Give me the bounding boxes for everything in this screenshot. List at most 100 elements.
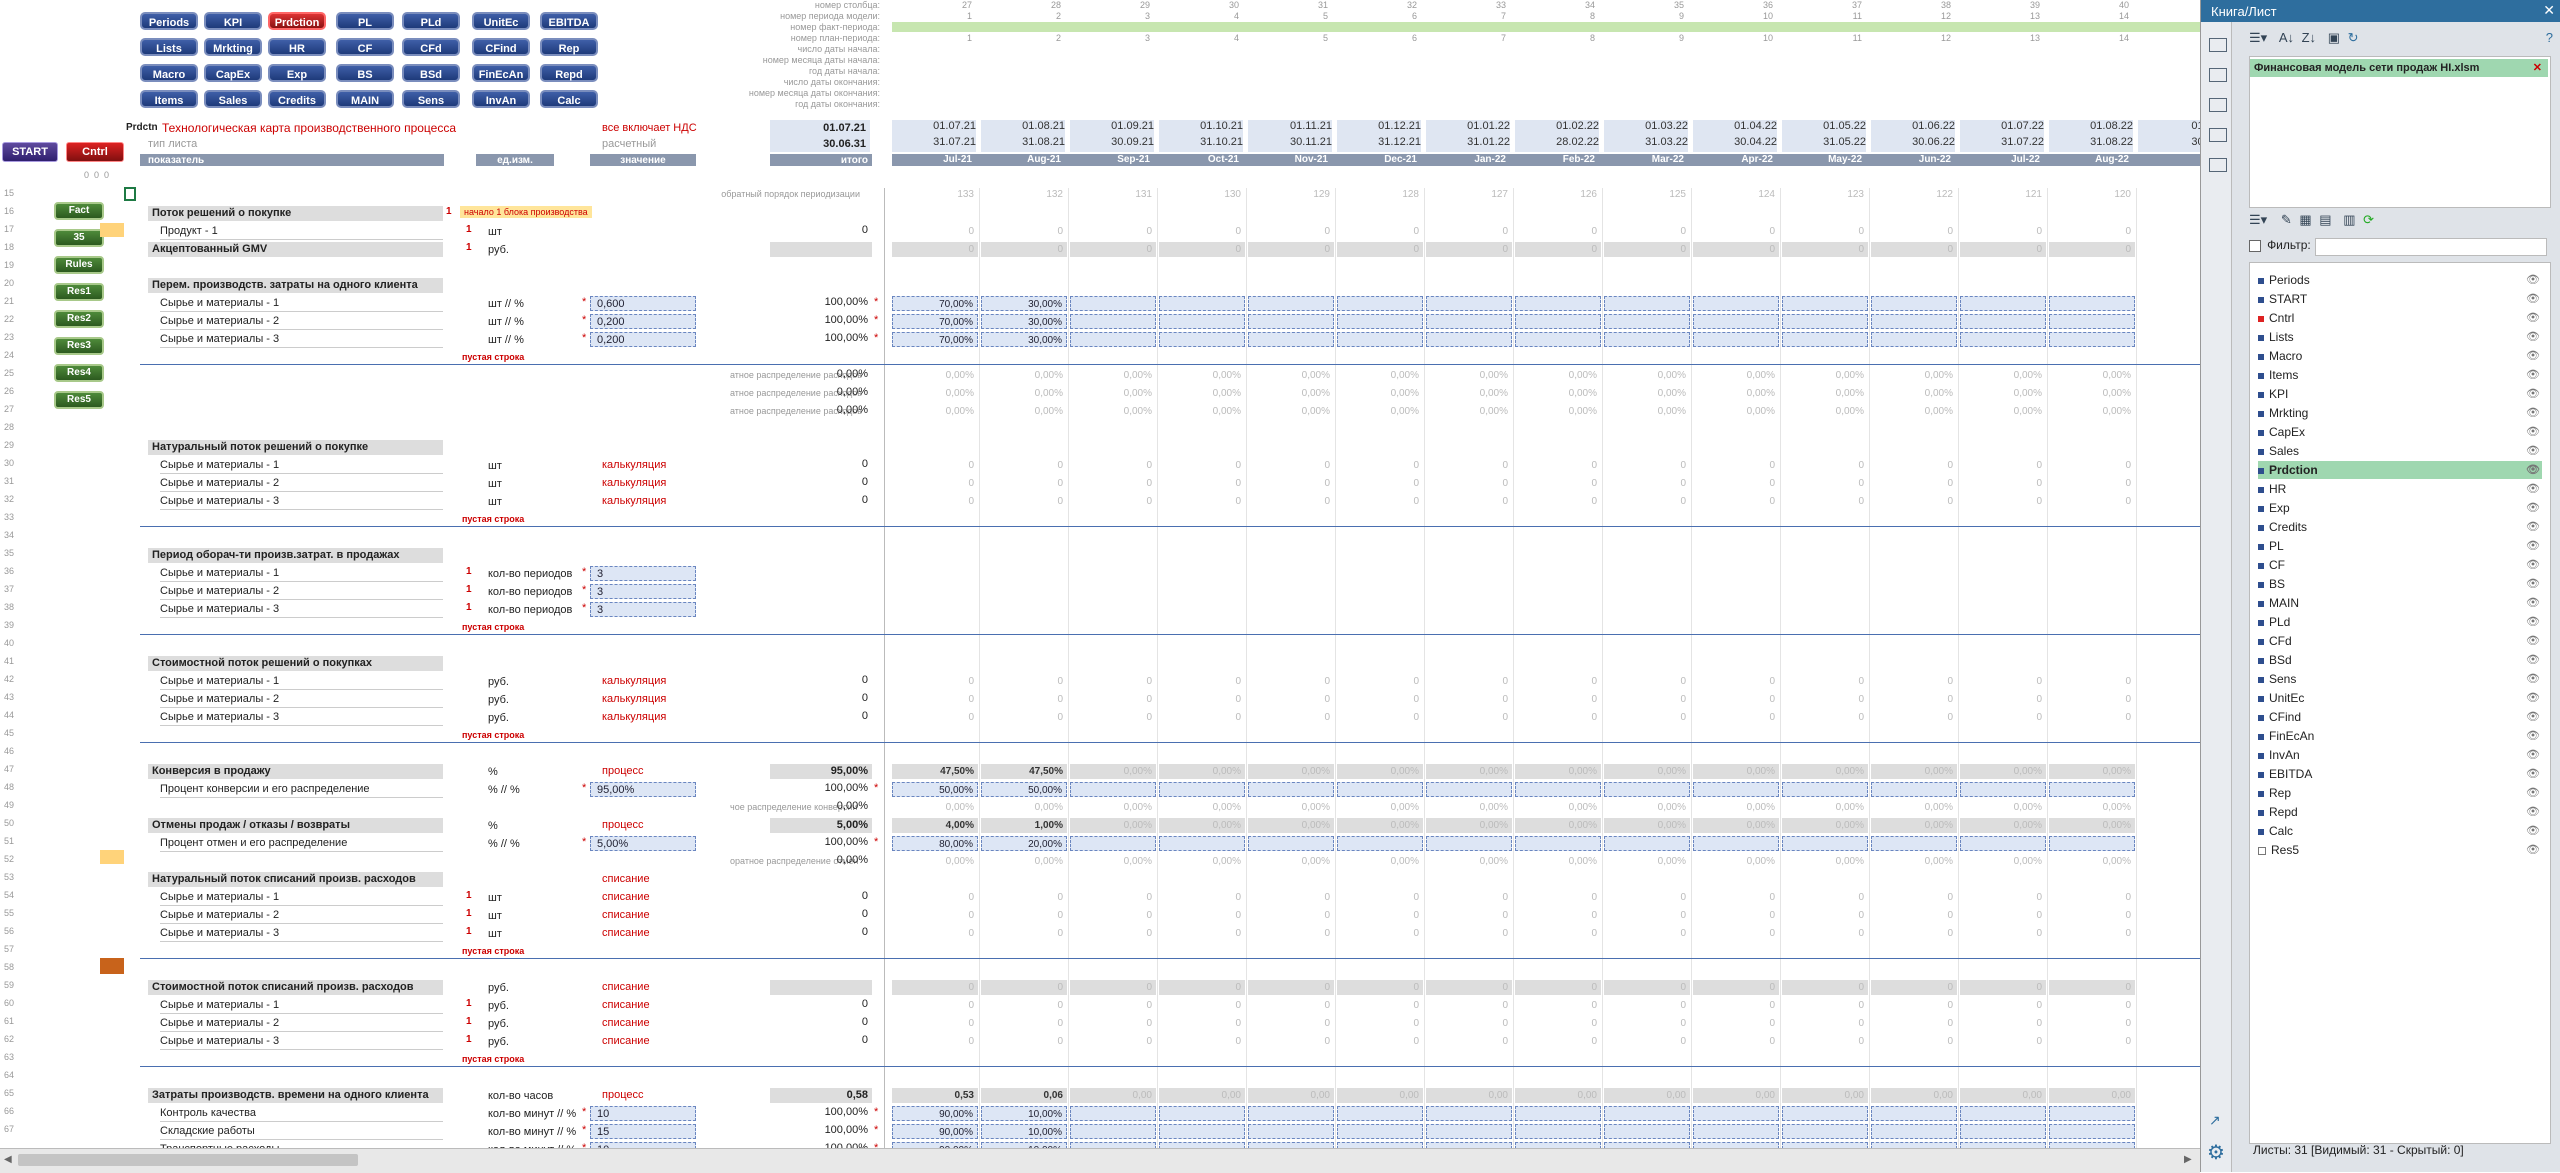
value-cell[interactable] [1693, 314, 1779, 329]
visibility-eye-icon[interactable]: 👁 [2526, 784, 2540, 802]
value-cell[interactable]: 90,00% [892, 1106, 978, 1121]
filter-checkbox[interactable] [2249, 240, 2261, 253]
visibility-eye-icon[interactable]: 👁 [2526, 423, 2540, 441]
nav-button-cfd[interactable]: CFd [402, 38, 460, 56]
value-cell[interactable] [2049, 782, 2135, 797]
input-field[interactable]: 5,00% [590, 836, 696, 851]
value-cell[interactable] [1960, 296, 2046, 311]
value-cell[interactable] [2049, 836, 2135, 851]
value-cell[interactable] [1693, 1124, 1779, 1139]
value-cell[interactable] [1960, 782, 2046, 797]
visibility-eye-icon[interactable]: 👁 [2526, 290, 2540, 308]
value-cell[interactable] [1070, 1124, 1156, 1139]
input-field[interactable]: 3 [590, 566, 696, 581]
nav-button-items[interactable]: Items [140, 90, 198, 108]
export-icon[interactable]: ↗ [2209, 1112, 2225, 1128]
value-cell[interactable]: 10,00% [981, 1124, 1067, 1139]
nav-button-cfind[interactable]: CFind [472, 38, 530, 56]
sheet-list-item[interactable]: PLd 👁 [2258, 613, 2542, 631]
value-cell[interactable] [1426, 1124, 1512, 1139]
sheet-list-item[interactable]: BSd 👁 [2258, 651, 2542, 669]
value-cell[interactable] [1693, 782, 1779, 797]
value-cell[interactable] [1515, 1124, 1601, 1139]
value-cell[interactable] [1960, 1106, 2046, 1121]
sheet-list-item[interactable]: Sens 👁 [2258, 670, 2542, 688]
value-cell[interactable] [1693, 1106, 1779, 1121]
value-cell[interactable] [2049, 314, 2135, 329]
value-cell[interactable] [1515, 836, 1601, 851]
value-cell[interactable]: 70,00% [892, 296, 978, 311]
value-cell[interactable] [1426, 836, 1512, 851]
refresh-icon[interactable]: ↻ [2348, 30, 2359, 45]
sheet-list-item[interactable]: UnitEc 👁 [2258, 689, 2542, 707]
value-cell[interactable] [1159, 332, 1245, 347]
input-field[interactable]: 0,200 [590, 332, 696, 347]
visibility-eye-icon[interactable]: 👁 [2526, 689, 2540, 707]
value-cell[interactable] [1515, 782, 1601, 797]
side-button-res2[interactable]: Res2 [54, 310, 104, 328]
value-cell[interactable] [1871, 1124, 1957, 1139]
value-cell[interactable]: 20,00% [981, 836, 1067, 851]
sheet-list-item[interactable]: Cntrl 👁 [2258, 309, 2542, 327]
nav-button-credits[interactable]: Credits [268, 90, 326, 108]
sheet-list-item[interactable]: HR 👁 [2258, 480, 2542, 498]
sort-desc-icon[interactable]: Z↓ [2302, 30, 2316, 45]
value-cell[interactable] [1871, 1106, 1957, 1121]
value-cell[interactable] [1159, 836, 1245, 851]
value-cell[interactable] [1604, 836, 1690, 851]
nav-button-bs[interactable]: BS [336, 64, 394, 82]
input-field[interactable]: 15 [590, 1124, 696, 1139]
value-cell[interactable] [1604, 332, 1690, 347]
print-icon[interactable] [2209, 98, 2227, 112]
visibility-eye-icon[interactable]: 👁 [2526, 385, 2540, 403]
nav-button-rep[interactable]: Rep [540, 38, 598, 56]
visibility-eye-icon[interactable]: 👁 [2526, 651, 2540, 669]
sheet-list-item[interactable]: Res5 👁 [2258, 841, 2542, 859]
sheet-list-item[interactable]: KPI 👁 [2258, 385, 2542, 403]
value-cell[interactable] [1515, 332, 1601, 347]
value-cell[interactable] [1426, 314, 1512, 329]
cntrl-button[interactable]: Cntrl [66, 142, 124, 162]
value-cell[interactable] [1426, 782, 1512, 797]
visibility-eye-icon[interactable]: 👁 [2526, 575, 2540, 593]
value-cell[interactable] [1515, 314, 1601, 329]
value-cell[interactable] [1426, 1106, 1512, 1121]
value-cell[interactable] [1426, 332, 1512, 347]
visibility-eye-icon[interactable]: 👁 [2526, 822, 2540, 840]
nav-button-exp[interactable]: Exp [268, 64, 326, 82]
value-cell[interactable] [1426, 296, 1512, 311]
scroll-left-icon[interactable]: ◀ [4, 1154, 12, 1166]
nav-button-cf[interactable]: CF [336, 38, 394, 56]
value-cell[interactable] [1782, 1124, 1868, 1139]
sheet-list-item[interactable]: Calc 👁 [2258, 822, 2542, 840]
visibility-eye-icon[interactable]: 👁 [2526, 271, 2540, 289]
value-cell[interactable]: 50,00% [892, 782, 978, 797]
value-cell[interactable] [1604, 296, 1690, 311]
value-cell[interactable] [1337, 314, 1423, 329]
nav-button-ebitda[interactable]: EBITDA [540, 12, 598, 30]
binoculars-icon[interactable] [2209, 158, 2227, 172]
side-button-res4[interactable]: Res4 [54, 364, 104, 382]
sheet-list-item[interactable]: Exp 👁 [2258, 499, 2542, 517]
value-cell[interactable] [1337, 296, 1423, 311]
value-cell[interactable] [1159, 314, 1245, 329]
workbook-icon[interactable] [2209, 38, 2227, 52]
value-cell[interactable] [1782, 296, 1868, 311]
value-cell[interactable]: 80,00% [892, 836, 978, 851]
value-cell[interactable] [1248, 1124, 1334, 1139]
sheet-list-item[interactable]: Rep 👁 [2258, 784, 2542, 802]
value-cell[interactable] [1070, 782, 1156, 797]
value-cell[interactable] [1159, 1106, 1245, 1121]
visibility-eye-icon[interactable]: 👁 [2526, 670, 2540, 688]
visibility-eye-icon[interactable]: 👁 [2526, 632, 2540, 650]
nav-button-lists[interactable]: Lists [140, 38, 198, 56]
show-hidden-icon[interactable]: ▦ [2299, 212, 2311, 227]
sheet-list-item[interactable]: Credits 👁 [2258, 518, 2542, 536]
value-cell[interactable] [1248, 314, 1334, 329]
value-cell[interactable] [1960, 332, 2046, 347]
value-cell[interactable] [1782, 782, 1868, 797]
nav-button-sales[interactable]: Sales [204, 90, 262, 108]
nav-button-capex[interactable]: CapEx [204, 64, 262, 82]
side-button-fact[interactable]: Fact [54, 202, 104, 220]
value-cell[interactable]: 30,00% [981, 314, 1067, 329]
